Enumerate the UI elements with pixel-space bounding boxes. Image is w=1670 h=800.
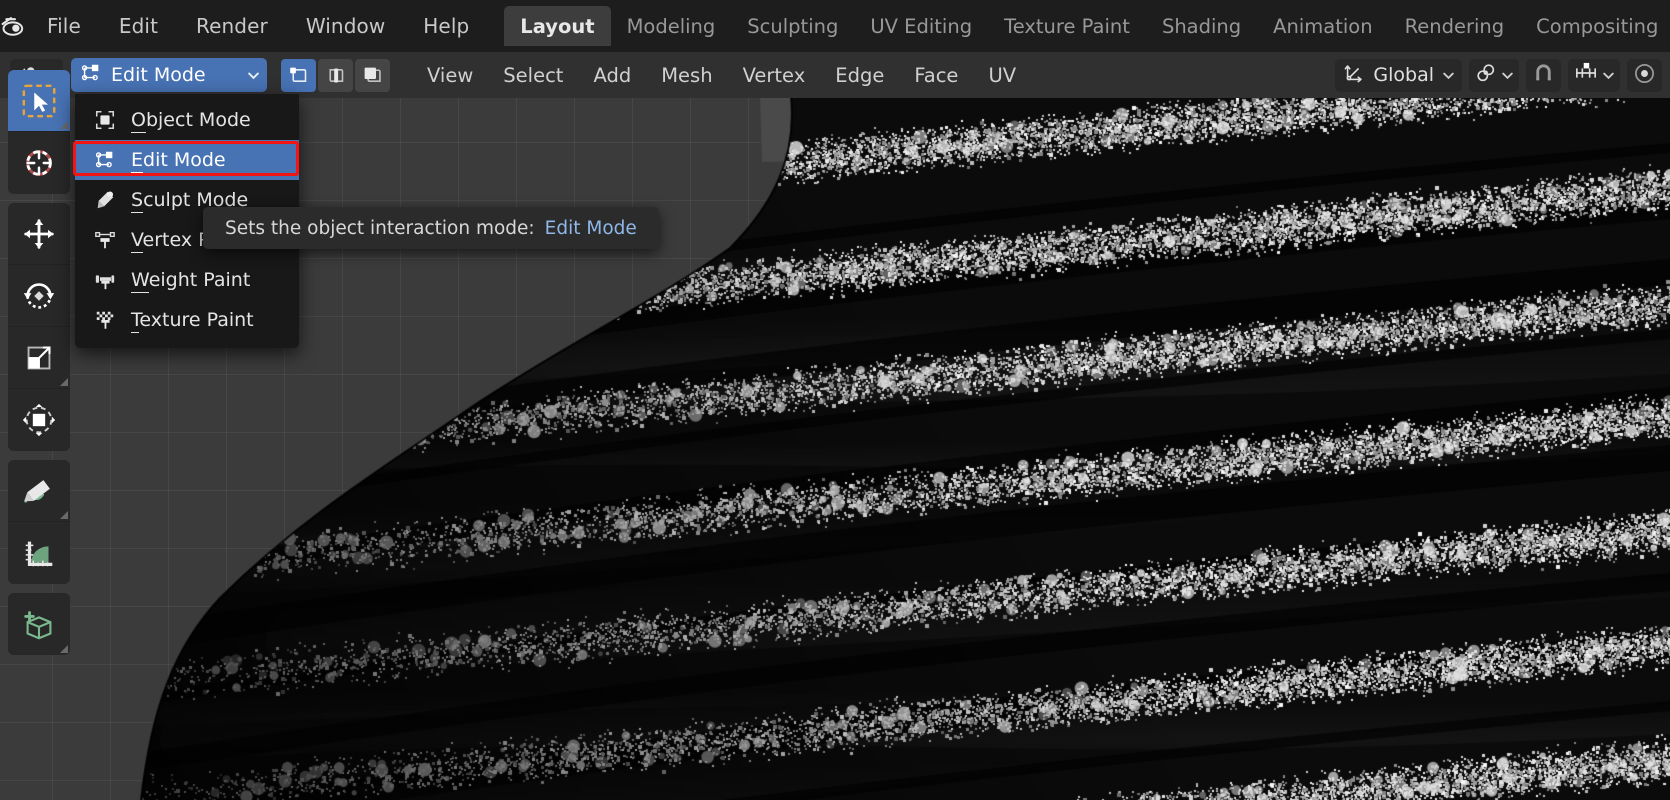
mode-dropdown-item-texture-paint[interactable]: Texture Paint bbox=[75, 300, 299, 340]
proportional-editing-icon bbox=[1633, 62, 1656, 89]
viewport-toolbar bbox=[8, 70, 70, 664]
mode-dropdown-label: Edit Mode bbox=[131, 149, 226, 173]
edit-mode-icon bbox=[80, 62, 102, 88]
face-select-icon[interactable] bbox=[355, 58, 390, 92]
pivot-point-dropdown[interactable] bbox=[1469, 58, 1519, 92]
menu-file[interactable]: File bbox=[28, 10, 100, 42]
workspace-tab-modeling[interactable]: Modeling bbox=[611, 6, 732, 46]
scale-tool[interactable] bbox=[8, 327, 70, 389]
tooltip: Sets the object interaction mode: Edit M… bbox=[203, 207, 659, 249]
edge-select-icon[interactable] bbox=[318, 58, 353, 92]
tool-submenu-indicator bbox=[60, 511, 68, 519]
workspace-tab-uv-editing[interactable]: UV Editing bbox=[854, 6, 988, 46]
toolbar-group-transform bbox=[8, 203, 70, 451]
toolbar-group-select bbox=[8, 70, 70, 194]
texture-paint-icon bbox=[93, 308, 117, 332]
object-mode-icon bbox=[93, 108, 117, 132]
mode-dropdown-item-weight-paint[interactable]: Weight Paint bbox=[75, 260, 299, 300]
pivot-point-icon bbox=[1475, 62, 1497, 88]
annotate-pencil-tool[interactable] bbox=[8, 460, 70, 522]
viewport-menu-vertex[interactable]: Vertex bbox=[728, 60, 821, 91]
tweak-select-box-tool[interactable] bbox=[8, 70, 70, 132]
blender-window: File Edit Render Window Help Layout Mode… bbox=[0, 0, 1670, 800]
rotate-tool[interactable] bbox=[8, 265, 70, 327]
menu-edit[interactable]: Edit bbox=[100, 10, 177, 42]
menu-window[interactable]: Window bbox=[287, 10, 404, 42]
chevron-down-icon bbox=[1501, 69, 1513, 81]
transform-orientation-dropdown[interactable]: Global bbox=[1335, 58, 1462, 92]
workspace-tab-animation[interactable]: Animation bbox=[1257, 6, 1388, 46]
mode-dropdown-label: Weight Paint bbox=[131, 269, 251, 293]
tooltip-value: Edit Mode bbox=[544, 217, 637, 239]
blender-logo-icon[interactable] bbox=[0, 0, 28, 52]
workspace-tab-layout[interactable]: Layout bbox=[504, 6, 611, 46]
viewport-header: Edit Mode View Select Add Mesh Vertex Ed… bbox=[0, 52, 1670, 98]
viewport-menu-mesh[interactable]: Mesh bbox=[646, 60, 727, 91]
viewport-menu-select[interactable]: Select bbox=[488, 60, 578, 91]
workspace-tab-compositing[interactable]: Compositing bbox=[1520, 6, 1670, 46]
weight-paint-icon bbox=[93, 268, 117, 292]
chevron-down-icon bbox=[247, 69, 259, 81]
workspace-tab-rendering[interactable]: Rendering bbox=[1389, 6, 1521, 46]
tool-submenu-indicator bbox=[60, 645, 68, 653]
add-cube-tool[interactable] bbox=[8, 593, 70, 655]
mode-dropdown-item-edit-mode[interactable]: Edit Mode bbox=[75, 140, 299, 180]
viewport-menu-view[interactable]: View bbox=[412, 60, 488, 91]
workspace-tab-shading[interactable]: Shading bbox=[1146, 6, 1257, 46]
mode-selector-button[interactable]: Edit Mode bbox=[71, 58, 267, 92]
measure-ruler-tool[interactable] bbox=[8, 522, 70, 584]
sculpt-mode-icon bbox=[93, 188, 117, 212]
viewport-menu-edge[interactable]: Edge bbox=[820, 60, 899, 91]
snap-increment-icon bbox=[1574, 62, 1598, 88]
transform-orientation-value: Global bbox=[1373, 64, 1434, 86]
viewport-menu-add[interactable]: Add bbox=[578, 60, 646, 91]
transform-tool[interactable] bbox=[8, 389, 70, 451]
workspace-tabs: Layout Modeling Sculpting UV Editing Tex… bbox=[504, 0, 1670, 52]
snap-magnet-toggle[interactable] bbox=[1526, 58, 1561, 92]
viewport-menu-bar: View Select Add Mesh Vertex Edge Face UV bbox=[412, 60, 1031, 91]
toolbar-group-add bbox=[8, 593, 70, 655]
viewport-header-right: Global bbox=[1335, 58, 1664, 92]
edit-mode-icon bbox=[93, 148, 117, 172]
chevron-down-icon bbox=[1602, 69, 1614, 81]
toolbar-group-annotate bbox=[8, 460, 70, 584]
workspace-tab-texture-paint[interactable]: Texture Paint bbox=[988, 6, 1146, 46]
menu-render[interactable]: Render bbox=[177, 10, 287, 42]
proportional-editing-toggle[interactable] bbox=[1627, 58, 1662, 92]
snap-to-dropdown[interactable] bbox=[1568, 58, 1620, 92]
snap-magnet-icon bbox=[1532, 62, 1555, 89]
tooltip-text: Sets the object interaction mode: bbox=[225, 217, 535, 239]
tool-submenu-indicator bbox=[60, 121, 68, 129]
cursor-3d-tool[interactable] bbox=[8, 132, 70, 194]
top-menu-bar: File Edit Render Window Help bbox=[28, 10, 488, 42]
tool-submenu-indicator bbox=[60, 378, 68, 386]
move-tool[interactable] bbox=[8, 203, 70, 265]
mode-dropdown-item-object-mode[interactable]: Object Mode bbox=[75, 100, 299, 140]
mode-dropdown-label: Object Mode bbox=[131, 109, 251, 133]
menu-help[interactable]: Help bbox=[404, 10, 488, 42]
mode-dropdown-label: Texture Paint bbox=[131, 309, 254, 333]
transform-orientation-icon bbox=[1343, 62, 1365, 88]
vertex-paint-icon bbox=[93, 228, 117, 252]
viewport-menu-face[interactable]: Face bbox=[899, 60, 973, 91]
mode-selector-value: Edit Mode bbox=[111, 64, 206, 86]
workspace-tab-sculpting[interactable]: Sculpting bbox=[731, 6, 854, 46]
top-bar: File Edit Render Window Help Layout Mode… bbox=[0, 0, 1670, 52]
vertex-select-icon[interactable] bbox=[281, 58, 316, 92]
select-mode-group bbox=[281, 58, 390, 92]
chevron-down-icon bbox=[1442, 69, 1454, 81]
viewport-menu-uv[interactable]: UV bbox=[973, 60, 1031, 91]
